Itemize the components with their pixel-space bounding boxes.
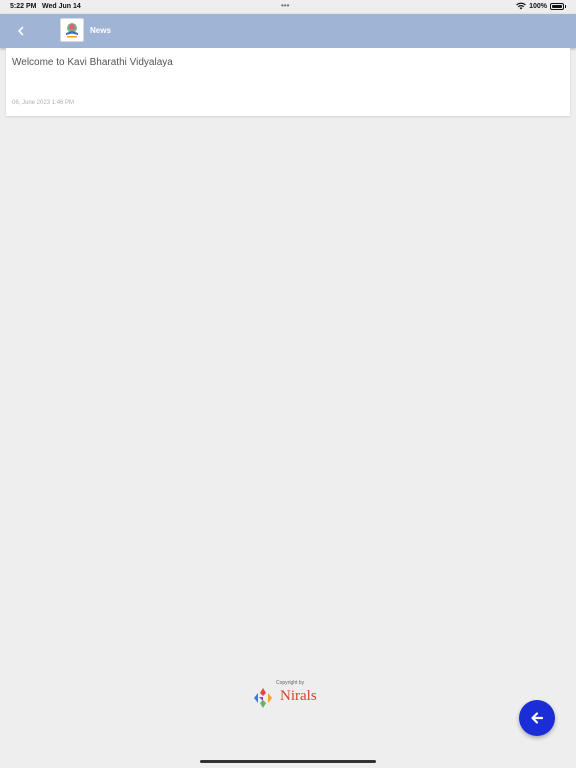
battery-percent: 100%	[529, 2, 547, 10]
news-title: Welcome to Kavi Bharathi Vidyalaya	[12, 57, 173, 68]
floating-back-button[interactable]	[519, 700, 555, 736]
wifi-icon	[516, 2, 526, 10]
battery-cap	[565, 4, 566, 8]
home-indicator[interactable]	[200, 760, 376, 763]
app-header: News	[0, 14, 576, 48]
arrow-left-icon	[531, 712, 544, 724]
back-button[interactable]	[12, 22, 30, 40]
copyright-text: Copyright by	[276, 680, 305, 686]
page-title: News	[90, 26, 111, 35]
nirals-logo-icon	[254, 688, 272, 708]
battery-icon	[550, 2, 564, 10]
multitask-dots-icon[interactable]: •••	[281, 1, 289, 10]
footer: Copyright by Nirals	[250, 680, 330, 720]
status-date: Wed Jun 14	[42, 3, 81, 10]
news-date: 06, June 2023 1:46 PM	[12, 100, 75, 106]
school-logo	[60, 18, 84, 42]
chevron-left-icon	[18, 26, 24, 36]
news-card[interactable]: Welcome to Kavi Bharathi Vidyalaya 06, J…	[6, 48, 570, 116]
school-emblem-icon	[66, 23, 78, 38]
status-indicators: 100%	[516, 2, 566, 10]
nirals-brand: Nirals	[280, 688, 317, 704]
status-bar: 5:22 PM Wed Jun 14 ••• 100%	[0, 0, 576, 14]
status-time: 5:22 PM	[10, 3, 37, 10]
